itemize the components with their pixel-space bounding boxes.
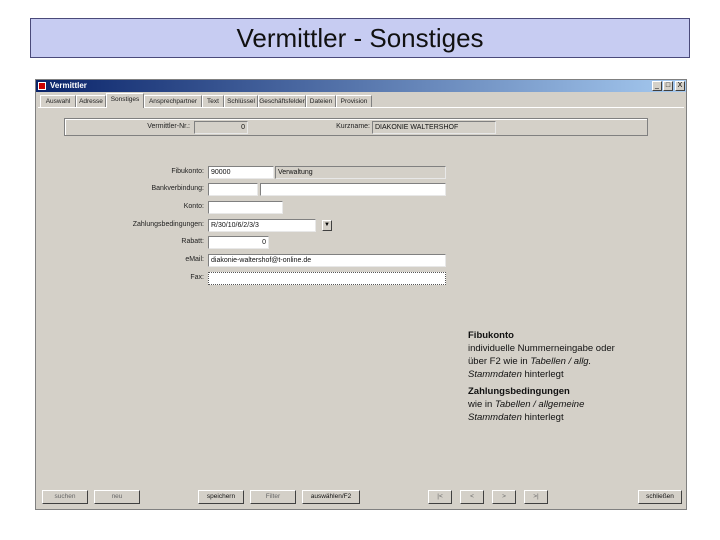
last-record-button[interactable]: >| (524, 490, 548, 504)
suchen-button[interactable]: suchen (42, 490, 88, 504)
fibukonto-description: Verwaltung (275, 166, 446, 179)
next-record-button[interactable]: > (492, 490, 516, 504)
bankverbindung-name-input[interactable] (260, 183, 446, 196)
zahlungsbedingungen-select[interactable]: R/30/10/6/2/3/3 (208, 219, 316, 232)
tab-provision[interactable]: Provision (336, 95, 372, 107)
info-text: Fibukonto individuelle Nummerneingabe od… (468, 329, 628, 428)
email-input[interactable]: diakonie-waltershof@t-online.de (208, 254, 446, 267)
fax-label: Fax: (190, 274, 204, 281)
rabatt-label: Rabatt: (181, 238, 204, 245)
kurzname-label: Kurzname: (336, 123, 370, 130)
app-window: Vermittler _ □ X Auswahl Adresse Sonstig… (35, 79, 687, 510)
tab-geschaeftsfelder[interactable]: Geschäftsfelder (258, 95, 306, 107)
tab-schluessel[interactable]: Schlüssel (224, 95, 258, 107)
zahlungsbedingungen-label: Zahlungsbedingungen: (132, 221, 204, 228)
speichern-button[interactable]: speichern (198, 490, 244, 504)
info-zahlung: Zahlungsbedingungen wie in Tabellen / al… (468, 385, 628, 424)
tab-sonstiges[interactable]: Sonstiges (106, 93, 144, 108)
neu-button[interactable]: neu (94, 490, 140, 504)
fibukonto-label: Fibukonto: (171, 168, 204, 175)
window-titlebar: Vermittler _ □ X (36, 80, 686, 92)
slide-title: Vermittler - Sonstiges (30, 18, 690, 58)
info-fibukonto-suffix: hinterlegt (521, 369, 564, 380)
vermittler-nr-label: Vermittler-Nr.: (147, 123, 190, 130)
bankverbindung-label: Bankverbindung: (151, 185, 204, 192)
tab-dateien[interactable]: Dateien (306, 95, 336, 107)
prev-record-button[interactable]: < (460, 490, 484, 504)
info-fibukonto-title: Fibukonto (468, 330, 514, 341)
tab-adresse[interactable]: Adresse (76, 95, 106, 107)
chevron-down-icon[interactable]: ▼ (322, 220, 332, 231)
info-zahlung-text: wie in (468, 399, 495, 410)
vermittler-nr-field: 0 (194, 121, 248, 134)
filter-button[interactable]: Filter (250, 490, 296, 504)
tab-text[interactable]: Text (202, 95, 224, 107)
schliessen-button[interactable]: schließen (638, 490, 682, 504)
tab-auswahl[interactable]: Auswahl (40, 95, 76, 107)
fibukonto-input[interactable]: 90000 (208, 166, 274, 179)
rabatt-input[interactable]: 0 (208, 236, 269, 249)
konto-input[interactable] (208, 201, 283, 214)
window-title: Vermittler (50, 81, 87, 90)
fax-input[interactable] (208, 272, 446, 285)
minimize-button[interactable]: _ (652, 81, 662, 91)
info-zahlung-suffix: hinterlegt (521, 412, 564, 423)
bankverbindung-blz-input[interactable] (208, 183, 258, 196)
email-label: eMail: (185, 256, 204, 263)
close-button[interactable]: X (675, 81, 685, 91)
app-icon (38, 82, 46, 90)
info-fibukonto: Fibukonto individuelle Nummerneingabe od… (468, 329, 628, 381)
konto-label: Konto: (183, 203, 204, 210)
maximize-button[interactable]: □ (663, 81, 673, 91)
first-record-button[interactable]: |< (428, 490, 452, 504)
tab-ansprechpartner[interactable]: Ansprechpartner (144, 95, 202, 107)
kurzname-field: DIAKONIE WALTERSHOF (372, 121, 496, 134)
auswaehlen-button[interactable]: auswählen/F2 (302, 490, 360, 504)
info-zahlung-title: Zahlungsbedingungen (468, 386, 570, 397)
